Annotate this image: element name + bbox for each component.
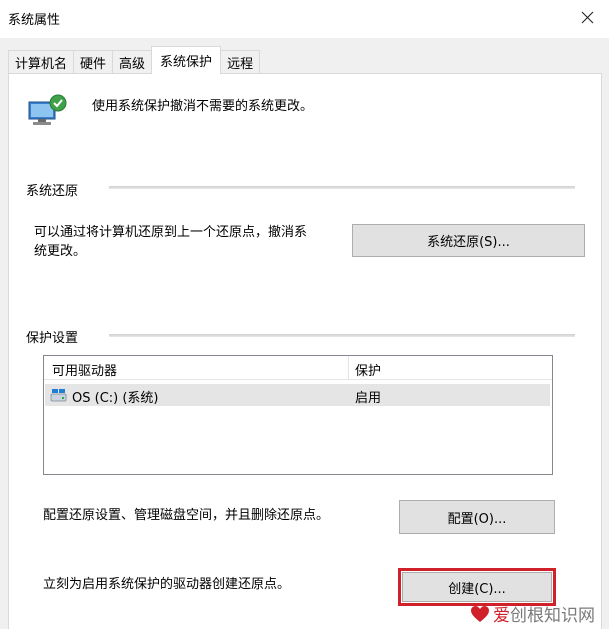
watermark: 爱 创根 知识网 [470, 601, 595, 626]
system-restore-button-label: 系统还原(S)... [427, 235, 510, 250]
tab-system-protection[interactable]: 系统保护 [151, 46, 222, 74]
watermark-text: 知识网 [544, 606, 595, 626]
column-header-drives[interactable]: 可用驱动器 [52, 360, 117, 379]
group-divider [109, 186, 575, 189]
tab-label: 计算机名 [15, 57, 68, 72]
protection-status: 启用 [355, 391, 382, 406]
create-description: 立刻为启用系统保护的驱动器创建还原点。 [43, 577, 291, 592]
drives-list[interactable]: 可用驱动器 保护 OS (C:) (系统) 启用 [43, 355, 553, 475]
tab-strip: 计算机名 硬件 高级 系统保护 远程 [8, 46, 261, 74]
watermark-logo-icon [471, 605, 489, 622]
watermark-text: 爱 [493, 606, 510, 626]
tab-label: 高级 [119, 57, 146, 72]
computer-shield-icon [28, 94, 67, 125]
protection-settings-group-label: 保护设置 [26, 327, 85, 346]
system-restore-group-label: 系统还原 [26, 180, 85, 199]
system-restore-description: 可以通过将计算机还原到上一个还原点，撤消系 统更改。 [34, 223, 352, 261]
system-restore-button[interactable]: 系统还原(S)... [352, 224, 585, 257]
configure-button-label: 配置(O)... [447, 511, 507, 527]
tab-remote[interactable]: 远程 [220, 50, 261, 74]
drive-icon [50, 389, 67, 402]
configure-button[interactable]: 配置(O)... [399, 500, 555, 534]
title-bar: 系统属性 [0, 0, 609, 38]
close-button[interactable] [572, 4, 602, 30]
column-separator[interactable] [348, 356, 349, 380]
tab-panel [8, 73, 602, 629]
window-title: 系统属性 [8, 13, 61, 28]
tab-advanced[interactable]: 高级 [112, 50, 153, 74]
system-restore-description-line: 统更改。 [34, 244, 87, 259]
configure-description: 配置还原设置、管理磁盘空间，并且删除还原点。 [43, 508, 330, 523]
tab-label: 系统保护 [160, 55, 213, 70]
intro-text: 使用系统保护撤消不需要的系统更改。 [92, 99, 314, 114]
drive-name: OS (C:) (系统) [72, 391, 159, 406]
tab-label: 远程 [227, 57, 254, 72]
close-icon [581, 11, 593, 23]
watermark-text: 创根 [510, 606, 544, 626]
column-header-protection[interactable]: 保护 [355, 360, 381, 379]
system-restore-description-line: 可以通过将计算机还原到上一个还原点，撤消系 [34, 225, 308, 240]
tab-label: 硬件 [80, 57, 107, 72]
table-row[interactable]: OS (C:) (系统) 启用 [45, 384, 550, 406]
tab-computer-name[interactable]: 计算机名 [8, 50, 75, 74]
list-header: 可用驱动器 保护 [44, 356, 552, 380]
group-divider [109, 334, 575, 337]
tab-hardware[interactable]: 硬件 [73, 50, 114, 74]
